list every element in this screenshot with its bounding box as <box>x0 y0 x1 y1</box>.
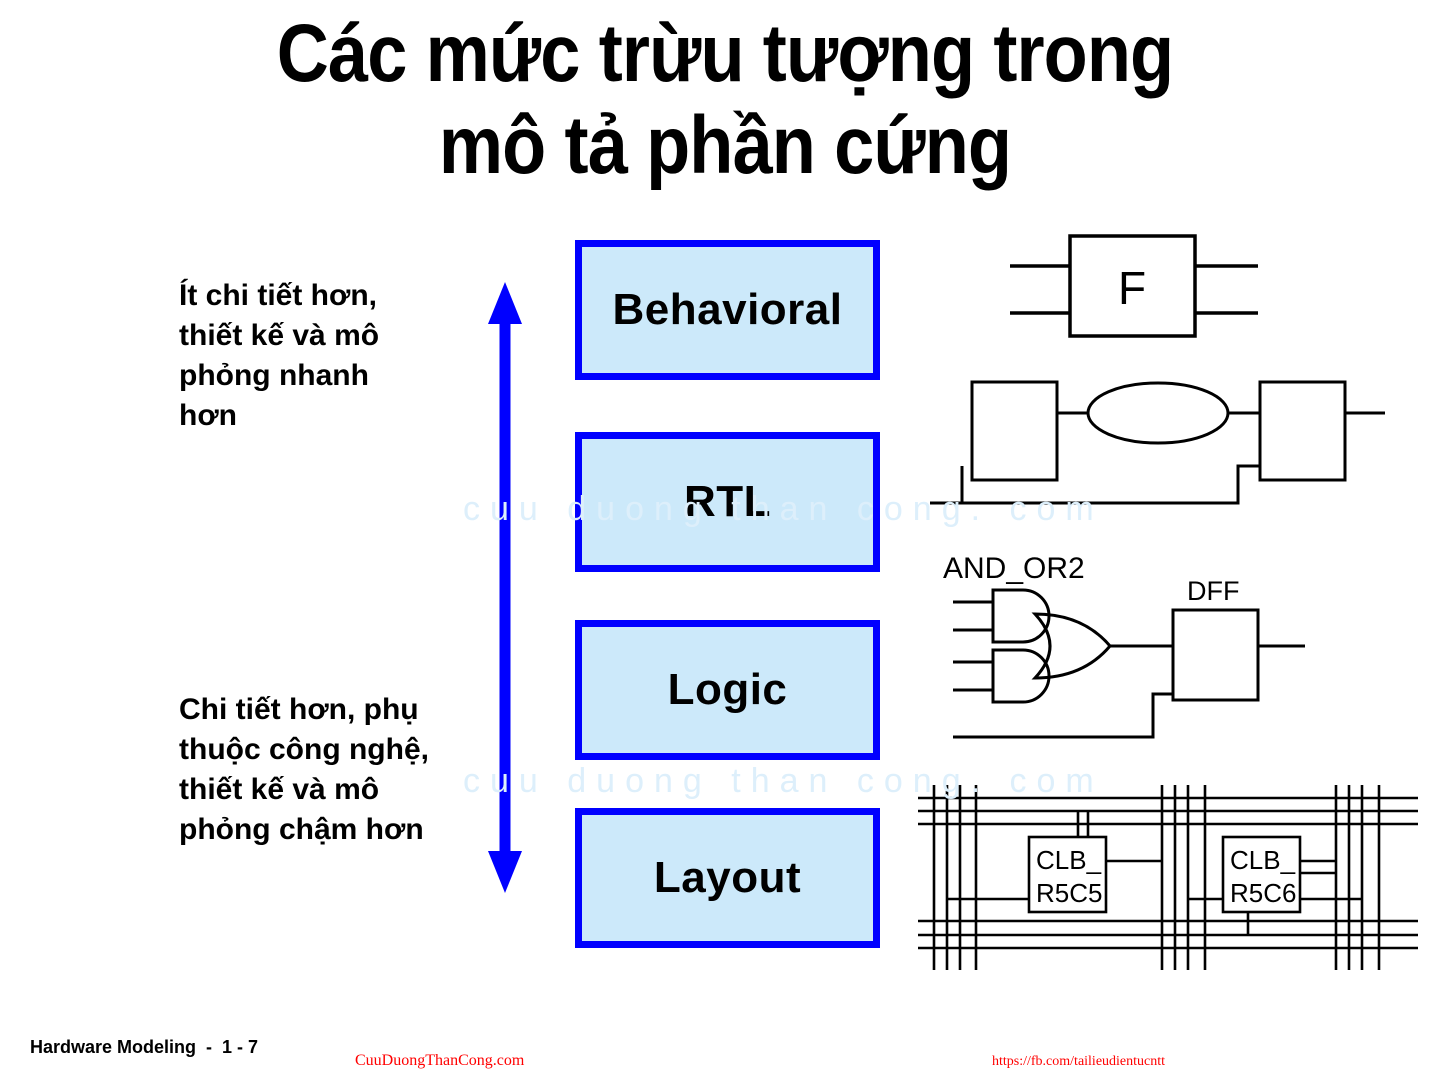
page-title: Các mức trừu tượng trong mô tả phần cứng <box>276 8 1174 191</box>
note-less-detail: Ít chi tiết hơn, thiết kế và mô phỏng nh… <box>179 279 380 432</box>
clb-label-r5c5-line2: R5C5 <box>1036 878 1102 908</box>
level-label-layout: Layout <box>653 853 802 902</box>
footer-site-name: CuuDuongThanCong.com <box>355 1052 525 1069</box>
diagram-layout: CLB_ R5C5 CLB_ R5C6 <box>918 785 1418 975</box>
function-block-label: F <box>1118 262 1146 314</box>
diagram-rtl <box>930 370 1390 520</box>
gate-group-label: AND_OR2 <box>943 552 1085 585</box>
level-box-rtl[interactable]: RTL <box>575 432 880 572</box>
level-label-logic: Logic <box>667 665 788 714</box>
level-label-behavioral: Behavioral <box>612 285 843 334</box>
function-block-icon: F <box>1010 234 1258 338</box>
level-box-behavioral[interactable]: Behavioral <box>575 240 880 380</box>
diagram-logic: AND_OR2 DFF <box>925 552 1355 757</box>
gate-level-icon: AND_OR2 DFF <box>943 552 1305 739</box>
diagram-behavioral: F <box>940 228 1340 353</box>
level-box-logic[interactable]: Logic <box>575 620 880 760</box>
footer-slide-number: Hardware Modeling - 1 - 7 <box>30 1037 259 1057</box>
clb-label-r5c6-line2: R5C6 <box>1230 878 1296 908</box>
flipflop-label: DFF <box>1187 576 1239 606</box>
level-label-rtl: RTL <box>683 477 772 526</box>
double-arrow-icon <box>488 282 522 893</box>
rtl-datapath-icon <box>930 380 1385 505</box>
clb-label-r5c6-line1: CLB_ <box>1230 845 1296 875</box>
fpga-layout-icon: CLB_ R5C5 CLB_ R5C6 <box>918 785 1418 970</box>
note-more-detail: Chi tiết hơn, phụ thuộc công nghệ, thiết… <box>179 693 429 846</box>
abstraction-arrow <box>480 280 530 895</box>
footer-link: https://fb.com/tailieudientucntt <box>992 1054 1166 1069</box>
level-box-layout[interactable]: Layout <box>575 808 880 948</box>
clb-label-r5c5-line1: CLB_ <box>1036 845 1102 875</box>
